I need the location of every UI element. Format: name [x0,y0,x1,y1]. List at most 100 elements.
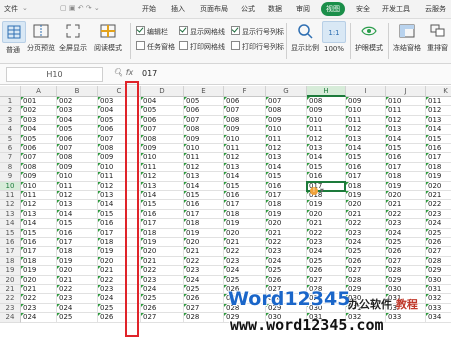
column-header-g[interactable]: G [266,86,307,97]
name-box[interactable]: H10 [6,67,103,82]
row-header-23[interactable]: 23 [0,303,21,314]
select-all-corner[interactable] [0,86,21,97]
page-break-preview-button[interactable]: 分页预览 [26,21,56,53]
eye-care-button[interactable]: 护眼模式 [354,21,384,53]
formula-input[interactable]: 017 [142,69,157,78]
cell-f8[interactable]: 013 [224,162,266,173]
row-header-17[interactable]: 17 [0,247,21,257]
cell-h18[interactable]: 025 [307,256,346,267]
row-header-8[interactable]: 8 [0,162,21,173]
cell-b24[interactable]: 025 [57,313,98,323]
cell-e14[interactable]: 018 [184,219,224,229]
cell-i15[interactable]: 023 [346,228,386,238]
cell-i18[interactable]: 026 [346,256,386,267]
row-header-3[interactable]: 3 [0,115,21,126]
row-header-9[interactable]: 9 [0,172,21,182]
cell-e12[interactable]: 016 [184,200,224,210]
cell-b16[interactable]: 017 [57,238,98,248]
row-header-5[interactable]: 5 [0,134,21,144]
warning-icon[interactable]: ! [310,187,318,195]
show-gridlines-checkbox[interactable]: 显示网格线 [179,26,225,37]
cell-k13[interactable]: 023 [426,209,451,220]
cell-a24[interactable]: 024 [21,313,57,323]
cell-d11[interactable]: 014 [141,191,184,201]
menu-data[interactable]: 数据 [268,4,282,14]
cell-g13[interactable]: 019 [266,209,307,220]
cell-k19[interactable]: 029 [426,266,451,276]
column-header-j[interactable]: J [386,86,426,97]
cell-d6[interactable]: 009 [141,144,184,154]
cell-h15[interactable]: 022 [307,228,346,238]
cell-k17[interactable]: 027 [426,247,451,257]
cell-g16[interactable]: 022 [266,238,307,248]
cell-j3[interactable]: 012 [386,115,426,126]
cell-f16[interactable]: 021 [224,238,266,248]
cell-i6[interactable]: 014 [346,144,386,154]
cell-f6[interactable]: 011 [224,144,266,154]
cell-i21[interactable]: 029 [346,285,386,295]
cell-j19[interactable]: 028 [386,266,426,276]
row-header-13[interactable]: 13 [0,209,21,220]
cell-f17[interactable]: 022 [224,247,266,257]
cell-d10[interactable]: 013 [141,181,184,191]
cell-e8[interactable]: 012 [184,162,224,173]
menu-file[interactable]: 文件 [4,4,18,14]
cell-k8[interactable]: 018 [426,162,451,173]
cell-f18[interactable]: 023 [224,256,266,267]
cell-d13[interactable]: 016 [141,209,184,220]
cell-j17[interactable]: 026 [386,247,426,257]
cell-j6[interactable]: 015 [386,144,426,154]
cell-k5[interactable]: 015 [426,134,451,144]
cell-g8[interactable]: 014 [266,162,307,173]
cell-d1[interactable]: 004 [141,97,184,107]
cell-b22[interactable]: 023 [57,294,98,304]
cell-f5[interactable]: 010 [224,134,266,144]
menu-view[interactable]: 视图 [321,2,345,16]
cell-g10[interactable]: 016 [266,181,307,191]
cell-d24[interactable]: 027 [141,313,184,323]
menu-cloud[interactable]: 云服务 [425,4,446,14]
cell-e5[interactable]: 009 [184,134,224,144]
cell-i13[interactable]: 021 [346,209,386,220]
cell-a13[interactable]: 013 [21,209,57,220]
cell-i14[interactable]: 022 [346,219,386,229]
cell-i20[interactable]: 028 [346,275,386,285]
row-header-1[interactable]: 1 [0,97,21,107]
cell-a7[interactable]: 007 [21,153,57,163]
cell-k15[interactable]: 025 [426,228,451,238]
task-pane-checkbox[interactable]: 任务窗格 [136,41,175,52]
cell-d3[interactable]: 006 [141,115,184,126]
cell-j11[interactable]: 020 [386,191,426,201]
cell-k16[interactable]: 026 [426,238,451,248]
cell-i3[interactable]: 011 [346,115,386,126]
cell-j4[interactable]: 013 [386,125,426,135]
cell-b12[interactable]: 013 [57,200,98,210]
cell-h16[interactable]: 023 [307,238,346,248]
cell-f10[interactable]: 015 [224,181,266,191]
row-header-22[interactable]: 22 [0,294,21,304]
cell-a17[interactable]: 017 [21,247,57,257]
cell-i19[interactable]: 027 [346,266,386,276]
cell-h19[interactable]: 026 [307,266,346,276]
cell-g9[interactable]: 015 [266,172,307,182]
cell-g20[interactable]: 026 [266,275,307,285]
cell-b8[interactable]: 009 [57,162,98,173]
zoom-100-button[interactable]: 1:1 100% [322,21,346,53]
print-gridlines-checkbox[interactable]: 打印网格线 [179,41,225,52]
cell-a21[interactable]: 021 [21,285,57,295]
cell-f9[interactable]: 014 [224,172,266,182]
cell-b17[interactable]: 018 [57,247,98,257]
cell-j12[interactable]: 021 [386,200,426,210]
cell-j9[interactable]: 018 [386,172,426,182]
menu-review[interactable]: 审阅 [296,4,310,14]
cell-g2[interactable]: 008 [266,106,307,116]
cell-i2[interactable]: 010 [346,106,386,116]
cell-d23[interactable]: 026 [141,303,184,314]
cell-j16[interactable]: 025 [386,238,426,248]
cell-f12[interactable]: 017 [224,200,266,210]
cell-d22[interactable]: 025 [141,294,184,304]
cell-e2[interactable]: 006 [184,106,224,116]
cell-a20[interactable]: 020 [21,275,57,285]
cell-e16[interactable]: 020 [184,238,224,248]
column-header-i[interactable]: I [346,86,386,97]
